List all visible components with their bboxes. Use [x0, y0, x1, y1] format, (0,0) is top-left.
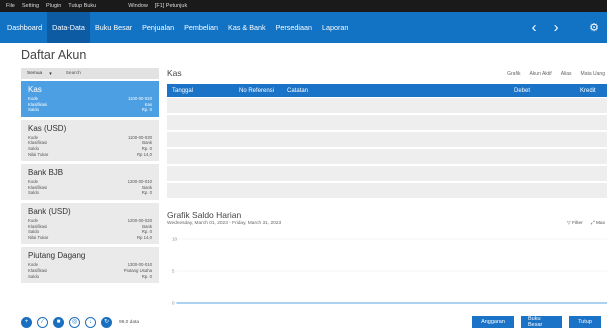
nav-tab-penjualan[interactable]: Penjualan: [137, 12, 179, 43]
chart-tools: ▽ Filter ⤢ Max: [567, 220, 605, 227]
list-actions: + ∕ ■ ◎ ↓ ↻ 99,0 data: [21, 316, 139, 328]
anggaran-button[interactable]: Anggaran: [472, 316, 514, 328]
chevron-left-icon[interactable]: ‹: [523, 20, 545, 35]
filter-label: Filter: [572, 220, 583, 226]
detail-actions: Anggaran Buku Besar Tutup: [472, 316, 601, 328]
list-item[interactable]: Piutang Dagang Kode 1300-00-010 Klasifikasi…: [21, 247, 159, 284]
tool-alias[interactable]: Alias: [561, 71, 572, 77]
add-icon[interactable]: +: [21, 316, 32, 328]
field-label: Saldo: [28, 190, 39, 196]
nav-tab-kas-bank[interactable]: Kas & Bank: [223, 12, 271, 43]
field-label: Saldo: [28, 273, 39, 279]
account-field-row: Nilai Tukar Rp 14,0: [28, 152, 152, 158]
menu-bar: File Setting Plugin Tutup Buku Window [F…: [0, 0, 607, 12]
table-row[interactable]: [167, 98, 607, 113]
account-name: Kas (USD): [28, 123, 67, 133]
y-tick-label: 0: [172, 301, 175, 306]
series-point: [176, 302, 178, 304]
gear-icon[interactable]: ⚙: [589, 21, 599, 34]
nav-tab-persediaan[interactable]: Persediaan: [271, 12, 317, 43]
filter-icon: ▽: [567, 220, 571, 226]
y-tick-label: 10: [172, 237, 178, 242]
list-item[interactable]: Kas (USD) Kode 1100-00-030 Klasifikasi Bank S…: [21, 119, 159, 162]
download-icon[interactable]: ↓: [85, 316, 96, 328]
account-name: Kas: [28, 85, 42, 94]
chevron-right-icon[interactable]: ›: [545, 20, 567, 35]
menu-help[interactable]: [F1] Petunjuk: [155, 3, 187, 9]
menu-plugin[interactable]: Plugin: [46, 3, 61, 9]
table-row[interactable]: [167, 132, 607, 147]
tool-mata-uang[interactable]: Mata Uang: [581, 71, 605, 77]
tool-akun-aktif[interactable]: Akun Aktif: [529, 71, 551, 77]
buku-besar-button[interactable]: Buku Besar: [521, 316, 562, 328]
account-field-row: Saldo Rp. 0: [28, 107, 152, 113]
nav-tab-pembelian[interactable]: Pembelian: [179, 12, 223, 43]
menu-file[interactable]: File: [6, 3, 15, 9]
nav-tab-data-data[interactable]: Data-Data: [47, 12, 90, 43]
table-row[interactable]: [167, 166, 607, 181]
detail-title: Kas: [167, 68, 182, 78]
column-tanggal[interactable]: Tanggal: [172, 88, 193, 94]
edit-icon[interactable]: ∕: [37, 316, 48, 328]
menu-tutup-buku[interactable]: Tutup Buku: [68, 3, 96, 9]
account-field-row: Saldo Rp. 0: [28, 190, 152, 196]
delete-icon[interactable]: ■: [53, 316, 64, 328]
field-value: Rp 14,0: [136, 151, 152, 157]
field-value: Rp. 0: [141, 273, 152, 279]
chart-date-range: Wednesday, March 01, 2023 - Friday, Marc…: [167, 221, 282, 226]
maximize-icon: ⤢: [590, 221, 595, 226]
list-item[interactable]: Bank (USD) Kode 1200-00-020 Klasifikasi Bank…: [21, 202, 159, 245]
field-value: Rp. 0: [141, 190, 152, 196]
data-count: 99,0 data: [119, 319, 140, 325]
field-label: Saldo: [28, 107, 39, 113]
page-title: Daftar Akun: [21, 48, 87, 62]
column-kredit[interactable]: Kredit: [580, 88, 596, 94]
maximize-button[interactable]: ⤢ Max: [591, 220, 605, 226]
daily-balance-chart: 10 5 0: [172, 237, 607, 306]
transactions-table-body: [167, 98, 607, 200]
field-value: Rp 14,0: [136, 234, 152, 240]
menu-setting[interactable]: Setting: [22, 3, 39, 9]
filter-button[interactable]: ▽ Filter: [567, 221, 583, 226]
menu-window[interactable]: Window: [128, 3, 148, 9]
account-name: Bank (USD): [28, 206, 71, 216]
account-list: Kas Kode 1100-00-020 Klasifikasi Kas Saldo Rp.…: [21, 81, 159, 302]
table-row[interactable]: [167, 183, 607, 198]
account-name: Piutang Dagang: [28, 251, 86, 261]
nav-tab-laporan[interactable]: Laporan: [317, 12, 353, 43]
column-debet[interactable]: Debet: [514, 88, 530, 94]
column-catatan[interactable]: Catatan: [287, 88, 308, 94]
table-row[interactable]: [167, 115, 607, 130]
y-tick-label: 5: [172, 269, 175, 274]
nav-tabs: Dashboard Data-Data Buku Besar Penjualan Pem…: [0, 12, 353, 43]
detail-tools: Grafik Akun Aktif Alias Mata Uang: [507, 71, 605, 77]
maximize-label: Max: [595, 221, 605, 226]
nav-tab-dashboard[interactable]: Dashboard: [2, 12, 47, 43]
column-no-referensi[interactable]: No Referensi: [239, 88, 274, 94]
account-field-row: Saldo Rp. 0: [28, 274, 152, 280]
filter-select-value: Semua: [27, 71, 43, 76]
tutup-button[interactable]: Tutup: [569, 316, 601, 328]
transactions-table-header: Tanggal No Referensi Catatan Debet Kredi…: [167, 84, 607, 97]
nav-controls: ‹ › ⚙: [523, 20, 607, 35]
field-label: Nilai Tukar: [28, 234, 49, 240]
field-label: Nilai Tukar: [28, 151, 49, 157]
field-value: Rp. 0: [141, 107, 152, 113]
search-input[interactable]: Search: [66, 71, 81, 76]
nav-tab-buku-besar[interactable]: Buku Besar: [90, 12, 137, 43]
list-item[interactable]: Kas Kode 1100-00-020 Klasifikasi Kas Saldo Rp.…: [21, 81, 159, 117]
account-field-row: Nilai Tukar Rp 14,0: [28, 235, 152, 241]
chevron-down-icon: ▾: [49, 70, 52, 77]
main-navbar: Dashboard Data-Data Buku Besar Penjualan Pem…: [0, 12, 607, 43]
tool-grafik[interactable]: Grafik: [507, 71, 520, 77]
refresh-icon[interactable]: ↻: [101, 316, 112, 328]
table-row[interactable]: [167, 149, 607, 164]
account-filter-select[interactable]: Semua ▾: [27, 71, 52, 77]
list-item[interactable]: Bank BJB Kode 1200-00-010 Klasifikasi Bank Sa…: [21, 164, 159, 200]
account-name: Bank BJB: [28, 168, 64, 178]
filter-bar: Semua ▾ Search: [21, 68, 159, 79]
chart-title: Grafik Saldo Harian: [167, 210, 242, 220]
view-icon[interactable]: ◎: [69, 316, 80, 328]
